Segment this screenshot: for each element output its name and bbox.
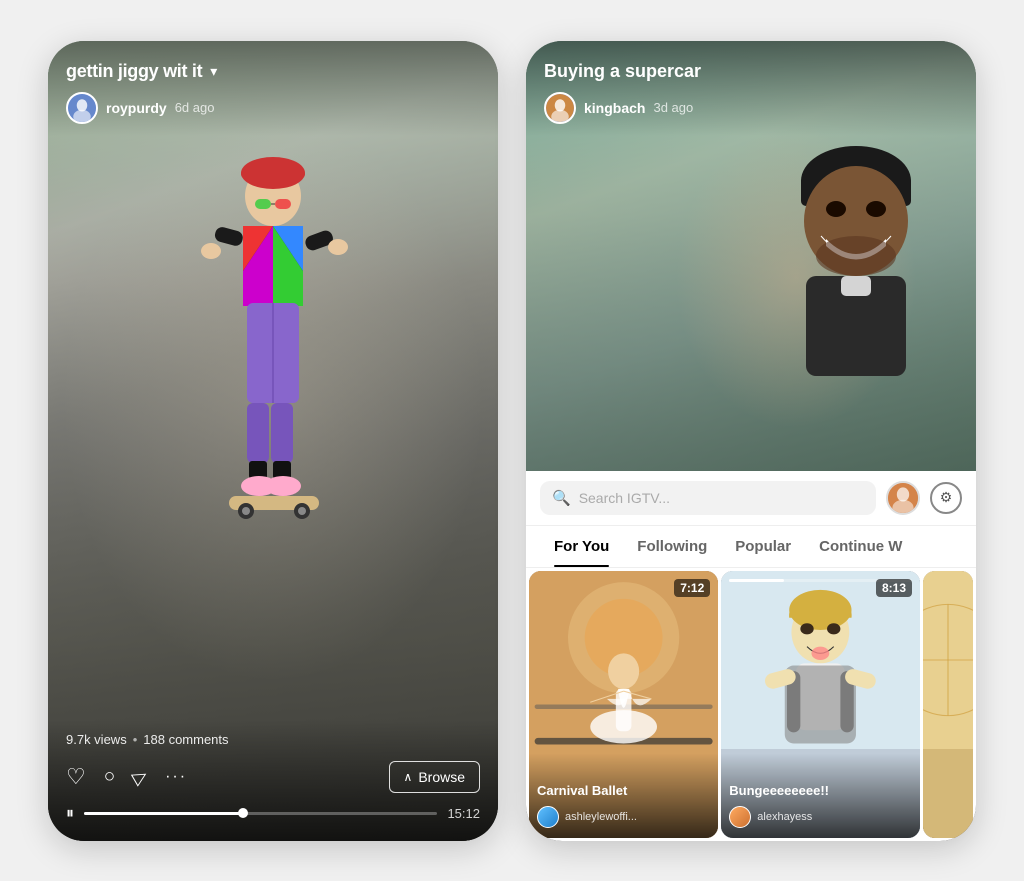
right-video-person	[756, 121, 956, 441]
video-title-row: gettin jiggy wit it ▾	[66, 61, 480, 82]
search-tabs-area: 🔍 Search IGTV... ⚙ For You F	[526, 471, 976, 841]
tab-following[interactable]: Following	[623, 526, 721, 567]
avatar[interactable]	[66, 92, 98, 124]
search-bar-row: 🔍 Search IGTV... ⚙	[526, 471, 976, 526]
thumb-duration-2: 8:13	[876, 579, 912, 597]
thumbnail-third[interactable]	[923, 571, 973, 838]
tab-for-you[interactable]: For You	[540, 526, 623, 567]
profile-icon[interactable]	[886, 481, 920, 515]
right-user-row: kingbach 3d ago	[544, 92, 958, 124]
thumb-username-2: alexhayess	[757, 811, 812, 823]
skater-figure	[153, 141, 393, 641]
progress-row: ⏸ 15:12	[66, 805, 480, 823]
pause-button[interactable]: ⏸	[66, 805, 74, 823]
thumb-username-1: ashleylewoffi...	[565, 811, 637, 823]
thumbnail-bungee[interactable]: 8:13 Bungeeeeeeee!! alexhayess	[721, 571, 920, 838]
top-right-icons: ⚙	[886, 481, 962, 515]
chevron-down-icon[interactable]: ▾	[210, 63, 217, 80]
thumb-user-row-1: ashleylewoffi...	[537, 806, 710, 828]
left-bottom-overlay: 9.7k views • 188 comments ♡ ○ ▷ ··· ∧ Br…	[48, 720, 498, 841]
thumb-title-1: Carnival Ballet	[537, 783, 710, 800]
thumb-bottom-2: Bungeeeeeeee!! alexhayess	[721, 753, 920, 838]
browse-icon: ∧	[404, 770, 413, 784]
right-username[interactable]: kingbach	[584, 100, 645, 116]
username[interactable]: roypurdy	[106, 100, 167, 116]
thumb-avatar-2	[729, 806, 751, 828]
left-phone: gettin jiggy wit it ▾ roypurdy 6d ago	[48, 41, 498, 841]
search-bar[interactable]: 🔍 Search IGTV...	[540, 481, 876, 515]
progress-fill	[84, 812, 243, 815]
browse-button[interactable]: ∧ Browse	[389, 761, 480, 793]
right-video-top: Buying a supercar kingbach 3d ago	[526, 41, 976, 471]
thumb-user-row-2: alexhayess	[729, 806, 912, 828]
left-video-background: gettin jiggy wit it ▾ roypurdy 6d ago	[48, 41, 498, 841]
progress-bar[interactable]	[84, 812, 437, 815]
browse-label: Browse	[418, 769, 465, 785]
tabs-row: For You Following Popular Continue W	[526, 526, 976, 568]
thumb-duration-1: 7:12	[674, 579, 710, 597]
video-title: gettin jiggy wit it	[66, 61, 202, 82]
comment-icon[interactable]: ○	[104, 766, 115, 788]
like-icon[interactable]: ♡	[66, 764, 86, 790]
stats-row: 9.7k views • 188 comments	[66, 732, 480, 747]
settings-icon[interactable]: ⚙	[930, 482, 962, 514]
right-timestamp: 3d ago	[653, 100, 693, 115]
tab-popular[interactable]: Popular	[721, 526, 805, 567]
action-icons-group: ♡ ○ ▷ ···	[66, 764, 187, 790]
thumb-bottom-1: Carnival Ballet ashleylewoffi...	[529, 753, 718, 838]
share-icon[interactable]: ▷	[129, 764, 151, 789]
search-icon: 🔍	[552, 489, 571, 507]
right-video-title: Buying a supercar	[544, 61, 958, 82]
actions-row: ♡ ○ ▷ ··· ∧ Browse	[66, 761, 480, 793]
right-avatar[interactable]	[544, 92, 576, 124]
separator: •	[133, 732, 138, 747]
thumb-title-2: Bungeeeeeeee!!	[729, 783, 912, 800]
thumb-bg-3	[923, 571, 973, 838]
timestamp: 6d ago	[175, 100, 215, 115]
left-top-overlay: gettin jiggy wit it ▾ roypurdy 6d ago	[48, 41, 498, 136]
search-placeholder: Search IGTV...	[579, 490, 670, 506]
duration: 15:12	[447, 806, 480, 821]
tab-continue[interactable]: Continue W	[805, 526, 916, 567]
thumbnails-row: 7:12 Carnival Ballet ashleylewoffi...	[526, 568, 976, 841]
right-phone: Buying a supercar kingbach 3d ago	[526, 41, 976, 841]
user-info-row: roypurdy 6d ago	[66, 92, 480, 124]
video-progress-fill	[729, 579, 784, 582]
thumbnail-carnival-ballet[interactable]: 7:12 Carnival Ballet ashleylewoffi...	[529, 571, 718, 838]
right-top-overlay: Buying a supercar kingbach 3d ago	[526, 41, 976, 136]
thumb-avatar-1	[537, 806, 559, 828]
app-container: gettin jiggy wit it ▾ roypurdy 6d ago	[28, 21, 996, 861]
more-icon[interactable]: ···	[165, 768, 187, 786]
view-count: 9.7k views	[66, 732, 127, 747]
comment-count: 188 comments	[143, 732, 228, 747]
